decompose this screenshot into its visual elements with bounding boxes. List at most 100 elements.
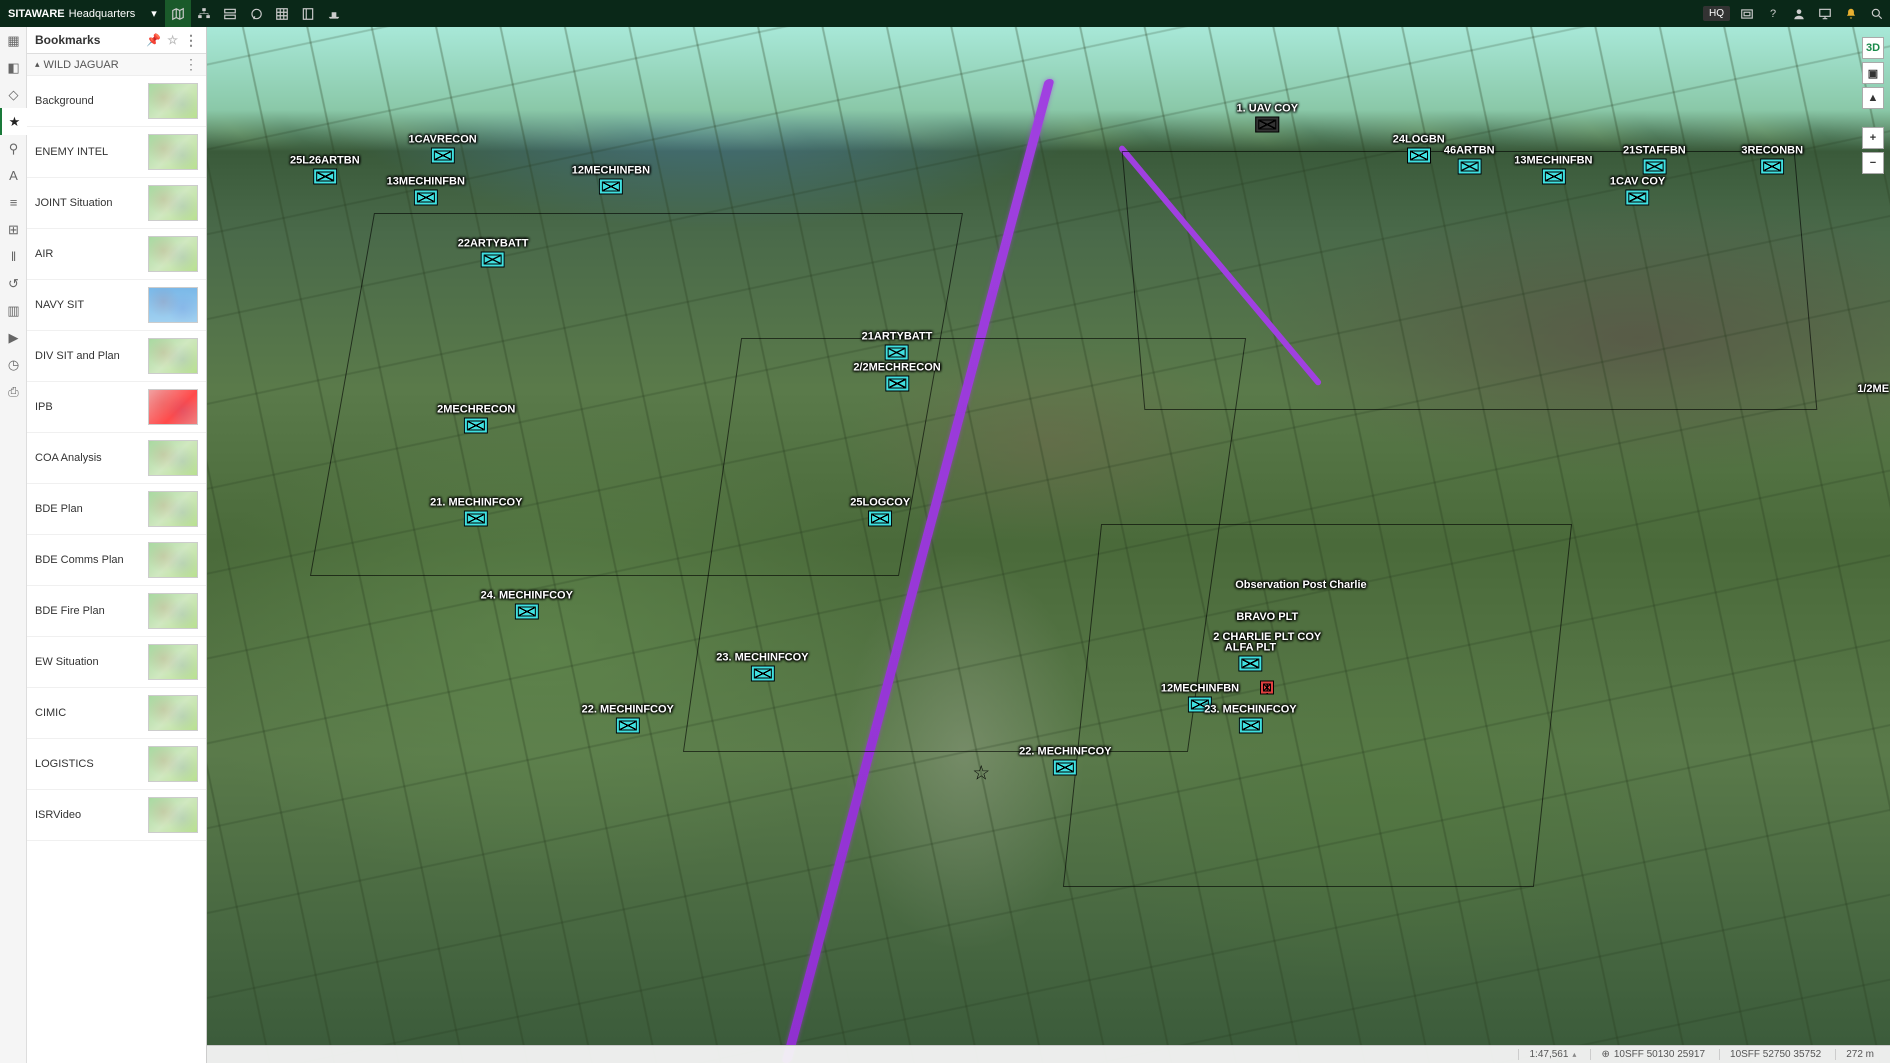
user-icon[interactable] xyxy=(1786,0,1812,27)
more-icon[interactable]: ⋮ xyxy=(184,32,198,49)
map-icon[interactable] xyxy=(165,0,191,27)
rail-btn-text[interactable]: A xyxy=(0,162,27,189)
group-label: WILD JAGUAR xyxy=(44,59,119,71)
brand: SITAWARE Headquarters xyxy=(0,8,143,20)
bookmark-thumb xyxy=(148,236,198,272)
pin-icon[interactable]: 📌 xyxy=(146,33,161,47)
bookmark-label: Background xyxy=(35,95,148,107)
bookmark-thumb xyxy=(148,338,198,374)
bookmark-item[interactable]: ENEMY INTEL xyxy=(27,127,206,178)
grid-icon[interactable] xyxy=(269,0,295,27)
rail-btn-1[interactable]: ▦ xyxy=(0,27,27,54)
help-icon[interactable]: ? xyxy=(1760,0,1786,27)
bookmark-label: ENEMY INTEL xyxy=(35,146,148,158)
icon-rail: ▦ ◧ ◇ ★ ⚲ A ≡ ⊞ ‖ ↺ ▥ ▶ ◷ ⎙ xyxy=(0,27,27,1063)
main: ▦ ◧ ◇ ★ ⚲ A ≡ ⊞ ‖ ↺ ▥ ▶ ◷ ⎙ Bookmarks 📌 … xyxy=(0,27,1890,1063)
sidebar-title: Bookmarks xyxy=(35,33,100,47)
rail-btn-bookmarks[interactable]: ★ xyxy=(0,108,27,135)
rail-btn-time[interactable]: ◷ xyxy=(0,351,27,378)
bookmark-item[interactable]: AIR xyxy=(27,229,206,280)
bookmark-label: DIV SIT and Plan xyxy=(35,350,148,362)
bookmark-thumb xyxy=(148,287,198,323)
coord2-cell[interactable]: 10SFF 52750 35752 xyxy=(1719,1049,1831,1060)
hq-badge[interactable]: HQ xyxy=(1703,6,1730,21)
bookmark-label: ISRVideo xyxy=(35,809,148,821)
bookmark-item[interactable]: BDE Plan xyxy=(27,484,206,535)
rail-btn-units[interactable]: ⚲ xyxy=(0,135,27,162)
rail-btn-layers[interactable]: ◧ xyxy=(0,54,27,81)
bookmark-item[interactable]: ISRVideo xyxy=(27,790,206,841)
bookmark-item[interactable]: CIMIC xyxy=(27,688,206,739)
bookmark-item[interactable]: COA Analysis xyxy=(27,433,206,484)
topbar: SITAWARE Headquarters ▾ HQ ? xyxy=(0,0,1890,27)
zoom-out-button[interactable]: − xyxy=(1862,152,1884,174)
bell-icon[interactable] xyxy=(1838,0,1864,27)
bookmark-thumb xyxy=(148,491,198,527)
bookmark-item[interactable]: DIV SIT and Plan xyxy=(27,331,206,382)
elev-cell[interactable]: 272 m xyxy=(1835,1049,1884,1060)
rail-btn-grid[interactable]: ⊞ xyxy=(0,216,27,243)
bookmark-thumb xyxy=(148,797,198,833)
bookmark-item[interactable]: BDE Fire Plan xyxy=(27,586,206,637)
bookmark-thumb xyxy=(148,593,198,629)
bookmark-thumb xyxy=(148,644,198,680)
workspace-dropdown[interactable]: ▾ xyxy=(143,7,165,20)
rail-btn-bars[interactable]: ▥ xyxy=(0,297,27,324)
map-area[interactable]: 25L26ARTBN1CAVRECON13MECHINFBN12MECHINFB… xyxy=(207,27,1890,1063)
bookmark-thumb xyxy=(148,542,198,578)
bookmark-label: EW Situation xyxy=(35,656,148,668)
monitor-icon[interactable] xyxy=(1812,0,1838,27)
rail-btn-track[interactable]: ‖ xyxy=(0,243,27,270)
bookmark-label: NAVY SIT xyxy=(35,299,148,311)
topbar-section-map xyxy=(165,0,191,27)
window-icon[interactable] xyxy=(1734,0,1760,27)
chevron-up-icon: ▴ xyxy=(35,59,40,70)
group-more-icon[interactable]: ⋮ xyxy=(184,56,198,73)
sidebar: Bookmarks 📌 ☆ ⋮ ▴ WILD JAGUAR ⋮ Backgrou… xyxy=(27,27,207,1063)
sidebar-group[interactable]: ▴ WILD JAGUAR ⋮ xyxy=(27,54,206,76)
bookmark-item[interactable]: IPB xyxy=(27,382,206,433)
sidebar-header: Bookmarks 📌 ☆ ⋮ xyxy=(27,27,206,54)
bookmark-label: BDE Fire Plan xyxy=(35,605,148,617)
view-2d-button[interactable]: ▣ xyxy=(1862,62,1884,84)
bookmark-item[interactable]: EW Situation xyxy=(27,637,206,688)
north-button[interactable]: ▲ xyxy=(1862,87,1884,109)
star-marker: ☆ xyxy=(972,760,990,785)
bookmark-label: BDE Plan xyxy=(35,503,148,515)
bookmark-label: BDE Comms Plan xyxy=(35,554,148,566)
bookmark-thumb xyxy=(148,695,198,731)
star-icon[interactable]: ☆ xyxy=(167,33,178,47)
bookmark-item[interactable]: Background xyxy=(27,76,206,127)
bookmark-thumb xyxy=(148,389,198,425)
statusbar: 1:47,561▴ ⊕ 10SFF 50130 25917 10SFF 5275… xyxy=(207,1045,1890,1063)
org-icon[interactable] xyxy=(191,0,217,27)
bookmark-label: IPB xyxy=(35,401,148,413)
bookmark-thumb xyxy=(148,746,198,782)
search-icon[interactable] xyxy=(1864,0,1890,27)
bookmark-item[interactable]: BDE Comms Plan xyxy=(27,535,206,586)
view-3d-button[interactable]: 3D xyxy=(1862,37,1884,59)
chat-icon[interactable] xyxy=(243,0,269,27)
rail-btn-history[interactable]: ↺ xyxy=(0,270,27,297)
zoom-in-button[interactable]: + xyxy=(1862,127,1884,149)
bookmark-label: CIMIC xyxy=(35,707,148,719)
sidebar-list: Background ENEMY INTEL JOINT SituationAIR N… xyxy=(27,76,206,1063)
bookmark-label: LOGISTICS xyxy=(35,758,148,770)
terrain xyxy=(207,27,1890,1063)
rail-btn-stack[interactable]: ≡ xyxy=(0,189,27,216)
bookmark-thumb xyxy=(148,134,198,170)
map-controls: 3D ▣ ▲ + − xyxy=(1862,37,1884,174)
rail-btn-print[interactable]: ⎙ xyxy=(0,378,27,405)
bookmark-item[interactable]: LOGISTICS xyxy=(27,739,206,790)
scale-cell[interactable]: 1:47,561▴ xyxy=(1518,1049,1586,1060)
rail-btn-shapes[interactable]: ◇ xyxy=(0,81,27,108)
bookmark-item[interactable]: NAVY SIT xyxy=(27,280,206,331)
book-icon[interactable] xyxy=(295,0,321,27)
bookmark-item[interactable]: JOINT Situation xyxy=(27,178,206,229)
rail-btn-video[interactable]: ▶ xyxy=(0,324,27,351)
bookmark-thumb xyxy=(148,440,198,476)
bookmark-thumb xyxy=(148,185,198,221)
server-icon[interactable] xyxy=(217,0,243,27)
ship-icon[interactable] xyxy=(321,0,347,27)
coord1-cell[interactable]: ⊕ 10SFF 50130 25917 xyxy=(1590,1049,1715,1060)
